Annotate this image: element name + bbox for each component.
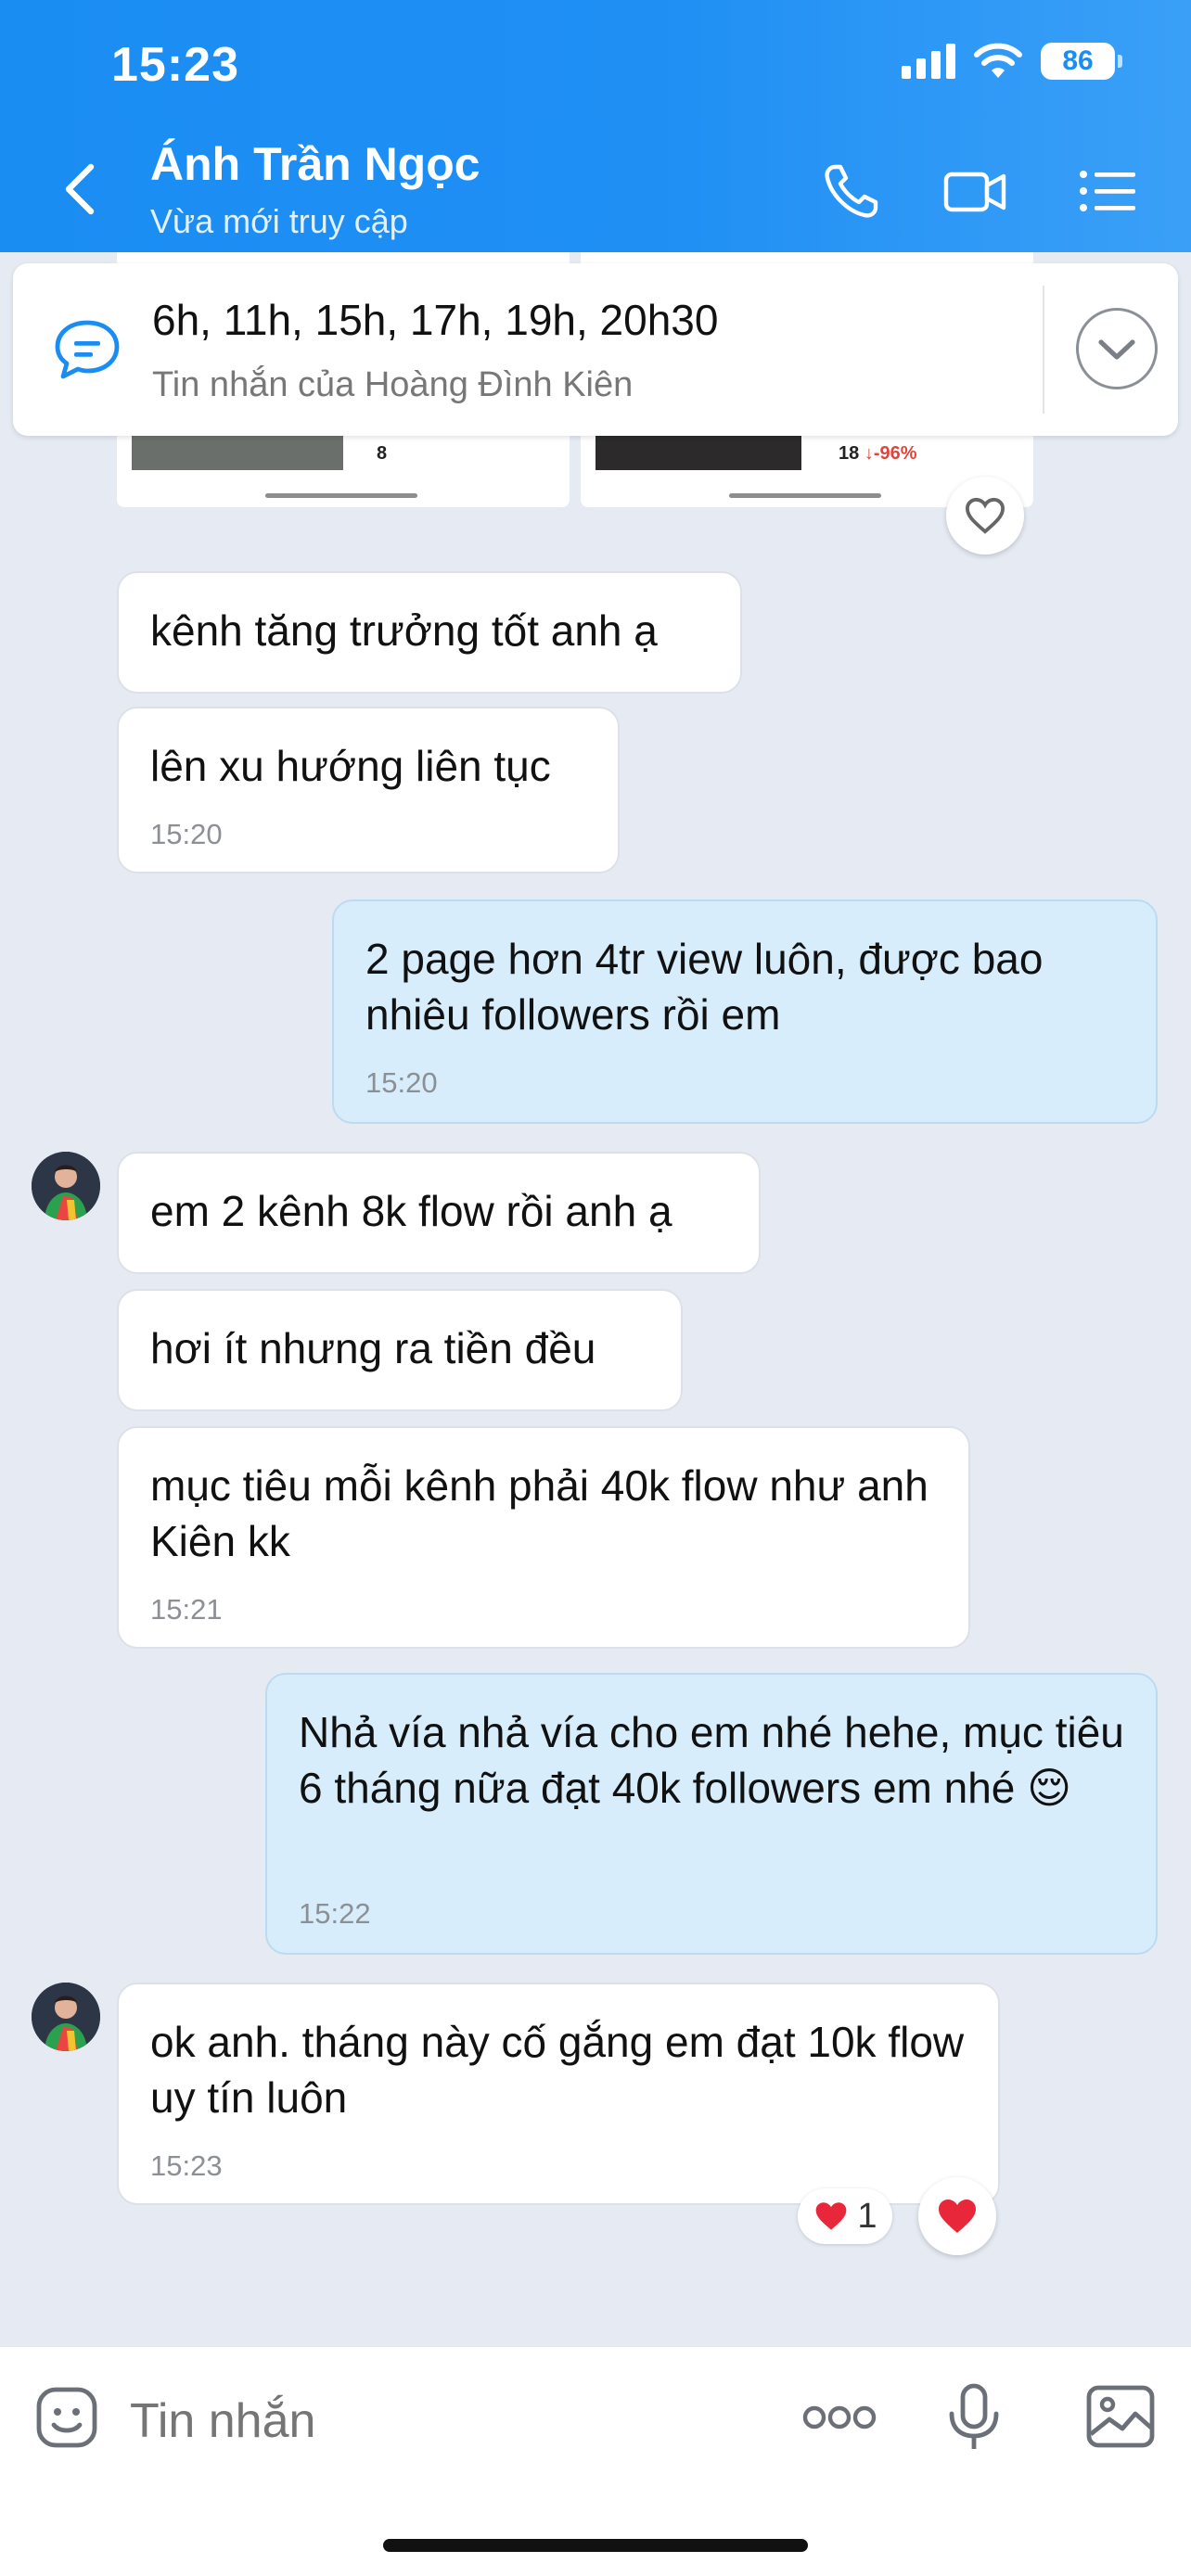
avatar[interactable]	[32, 1983, 100, 2051]
message-incoming[interactable]: kênh tăng trưởng tốt anh ạ	[117, 571, 742, 694]
react-heart-button[interactable]	[918, 2177, 996, 2255]
message-outgoing[interactable]: 2 page hơn 4tr view luôn, được bao nhiêu…	[332, 899, 1158, 1124]
reaction-count: 1	[857, 2196, 877, 2236]
message-text: 2 page hơn 4tr view luôn, được bao nhiêu…	[365, 935, 1044, 1039]
heart-icon	[939, 2200, 976, 2233]
battery-indicator: 86	[1041, 43, 1122, 80]
message-text: lên xu hướng liên tục	[150, 742, 551, 790]
status-time: 15:23	[111, 38, 239, 92]
back-arrow-icon[interactable]	[58, 161, 104, 217]
contact-name[interactable]: Ánh Trần Ngọc	[150, 137, 480, 191]
message-time: 15:20	[365, 1066, 438, 1099]
message-time: 15:22	[299, 1897, 371, 1930]
contact-status: Vừa mới truy cập	[150, 202, 408, 240]
chevron-down-icon	[1098, 339, 1135, 360]
message-time: 15:23	[150, 2149, 223, 2182]
phone-call-icon[interactable]	[818, 159, 883, 224]
message-text: mục tiêu mỗi kênh phải 40k flow như anh …	[150, 1461, 928, 1565]
message-incoming[interactable]: hơi ít nhưng ra tiền đều	[117, 1289, 683, 1411]
preview-scrollbar	[265, 493, 417, 498]
preview-change: ↓-96%	[864, 443, 917, 464]
message-text: kênh tăng trưởng tốt anh ạ	[150, 606, 658, 655]
reaction-summary[interactable]: 1	[798, 2188, 892, 2244]
avatar[interactable]	[32, 1152, 100, 1220]
signal-icon	[902, 44, 955, 79]
message-time: 15:21	[150, 1593, 223, 1626]
pinned-message-bar[interactable]: 6h, 11h, 15h, 17h, 19h, 20h30 Tin nhắn c…	[13, 263, 1178, 436]
chat-header: 15:23 86 Ánh Trần Ngọc Vừa mới truy cập	[0, 0, 1191, 252]
message-incoming[interactable]: ok anh. tháng này cố gắng em đạt 10k flo…	[117, 1983, 1000, 2205]
message-incoming[interactable]: lên xu hướng liên tục 15:20	[117, 707, 620, 874]
message-text: Nhả vía nhả vía cho em nhé hehe, mục tiê…	[299, 1708, 1124, 1812]
avatar-image	[32, 1152, 100, 1220]
image-gallery-icon[interactable]	[1085, 2382, 1156, 2451]
message-bubble-icon	[55, 320, 120, 379]
avatar-image	[32, 1983, 100, 2051]
message-incoming[interactable]: em 2 kênh 8k flow rồi anh ạ	[117, 1152, 761, 1274]
message-text: hơi ít nhưng ra tiền đều	[150, 1324, 596, 1372]
home-indicator	[383, 2539, 808, 2552]
message-time: 15:20	[150, 818, 223, 850]
relieved-face-emoji: 😌	[1027, 1764, 1072, 1812]
pinned-author: Tin nhắn của Hoàng Đình Kiên	[152, 365, 634, 404]
sticker-icon[interactable]	[33, 2384, 100, 2451]
microphone-icon[interactable]	[942, 2380, 1005, 2455]
video-call-icon[interactable]	[942, 159, 1007, 224]
message-input[interactable]	[130, 2384, 649, 2458]
menu-list-icon[interactable]	[1076, 159, 1141, 224]
divider	[1043, 286, 1044, 414]
expand-pinned-button[interactable]	[1076, 308, 1158, 389]
message-incoming[interactable]: mục tiêu mỗi kênh phải 40k flow như anh …	[117, 1426, 970, 1649]
more-options-icon[interactable]	[801, 2399, 877, 2436]
preview-value: 8	[377, 443, 388, 464]
wifi-icon	[974, 43, 1022, 78]
heart-icon	[816, 2202, 847, 2230]
react-heart-button[interactable]	[946, 477, 1024, 555]
preview-value: 18	[839, 443, 860, 464]
status-icons: 86	[902, 43, 1122, 80]
message-outgoing[interactable]: Nhả vía nhả vía cho em nhé hehe, mục tiê…	[265, 1673, 1158, 1955]
preview-scrollbar	[729, 493, 881, 498]
pinned-title: 6h, 11h, 15h, 17h, 19h, 20h30	[152, 296, 719, 344]
heart-outline-icon	[965, 497, 1005, 534]
message-text: em 2 kênh 8k flow rồi anh ạ	[150, 1187, 672, 1235]
message-text: ok anh. tháng này cố gắng em đạt 10k flo…	[150, 2018, 965, 2122]
